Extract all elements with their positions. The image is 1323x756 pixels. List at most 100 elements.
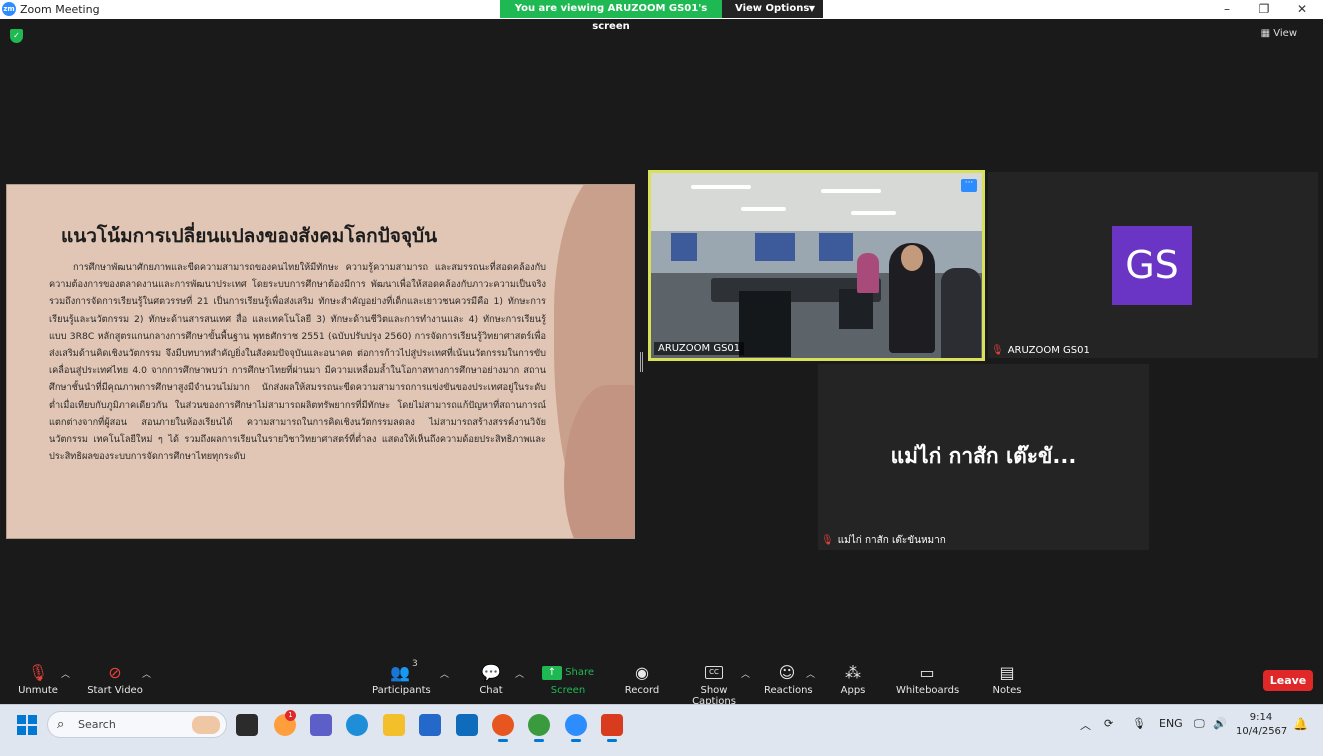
meeting-room-video [651, 173, 982, 358]
apps-icon: ⁂ [845, 663, 861, 682]
microsoft-store-icon[interactable] [419, 714, 441, 736]
microphone-tray-icon[interactable]: 🎙 [1132, 717, 1146, 730]
audio-options-chevron-icon[interactable]: ︿ [61, 667, 70, 680]
view-button[interactable]: ▦ View [1261, 28, 1297, 39]
firefox-icon[interactable] [492, 714, 514, 742]
active-speaker-video-tile[interactable]: ··· ARUZOOM GS01 [648, 170, 985, 361]
restore-button[interactable]: ❐ [1246, 0, 1282, 19]
chat-button[interactable]: 💬 Chat [476, 661, 506, 696]
ceiling-light [821, 189, 881, 193]
slide-title: แนวโน้มการเปลี่ยนแปลงของสังคมโลกปัจจุบัน [61, 225, 438, 247]
powerpoint-icon[interactable] [601, 714, 623, 742]
search-placeholder: Search [78, 718, 116, 731]
video-off-icon: ⊘ [108, 663, 122, 682]
desk-monitor [839, 289, 873, 329]
whiteboard-icon: ▭ [919, 663, 935, 682]
windows-start-icon[interactable] [17, 715, 37, 735]
mic-muted-icon: 🎙 [991, 345, 1004, 356]
share-screen-icon: ↑ [541, 666, 562, 680]
show-captions-button[interactable]: CC Show Captions [680, 661, 748, 707]
reactions-label: Reactions [764, 685, 813, 696]
participants-button[interactable]: 👥 3 Participants [372, 659, 431, 696]
zoom-app-icon[interactable] [565, 714, 587, 742]
captions-chevron-icon[interactable]: ︿ [741, 667, 750, 680]
reactions-smiley-icon: ☺ [778, 663, 796, 682]
mic-off-icon: 🎙 [27, 663, 49, 682]
security-shield-icon[interactable]: ✓ [10, 29, 23, 43]
wall-banner [819, 233, 853, 261]
teams-chat-icon[interactable] [310, 714, 332, 736]
view-options-label: View Options [735, 3, 810, 14]
notes-button[interactable]: ▤ Notes [990, 661, 1024, 696]
speaker-face [901, 245, 923, 271]
zoom-logo-icon: zm [2, 2, 16, 16]
close-button[interactable]: ✕ [1284, 0, 1320, 19]
clock-date: 10/4/2567 [1236, 726, 1288, 737]
video-ceiling [651, 173, 982, 231]
viewing-screen-banner: You are viewing ARUZOOM GS01's screen [500, 0, 722, 32]
mail-icon[interactable] [456, 714, 478, 736]
captions-cc-icon: CC [705, 666, 723, 679]
taskbar-clock[interactable]: 9:14 10/4/2567 [1236, 711, 1288, 739]
shared-screen-slide: แนวโน้มการเปลี่ยนแปลงของสังคมโลกปัจจุบัน… [6, 184, 635, 539]
zoom-window: zm Zoom Meeting You are viewing ARUZOOM … [0, 0, 1323, 756]
notification-bell-icon[interactable]: 🔔 [1293, 717, 1308, 731]
video-options-chevron-icon[interactable]: ︿ [142, 667, 151, 680]
chat-chevron-icon[interactable]: ︿ [515, 667, 524, 680]
leave-button[interactable]: Leave [1263, 670, 1313, 691]
minimize-button[interactable]: – [1209, 0, 1245, 19]
more-options-icon[interactable]: ··· [961, 179, 977, 192]
participant-name: ARUZOOM GS01 [1007, 345, 1090, 356]
notes-label: Notes [992, 685, 1022, 696]
chrome-icon[interactable] [528, 714, 550, 742]
participants-chevron-icon[interactable]: ︿ [440, 667, 449, 680]
window-title: Zoom Meeting [20, 3, 100, 16]
widgets-notification-badge: 1 [285, 710, 296, 721]
notes-icon: ▤ [999, 663, 1015, 682]
taskbar-search-input[interactable]: ⌕ Search [47, 711, 227, 738]
edge-browser-icon[interactable] [346, 714, 368, 736]
view-label: View [1273, 28, 1297, 39]
meeting-toolbar: 🎙 Unmute ︿ ⊘ Start Video ︿ 👥 3 Participa… [0, 655, 1323, 707]
start-video-button[interactable]: ⊘ Start Video [86, 661, 144, 696]
apps-label: Apps [840, 685, 866, 696]
taskbar-bottom-strip [0, 744, 1323, 756]
slide-body-text: การศึกษาพัฒนาศักยภาพและขีดความสามารถของค… [49, 262, 546, 463]
whiteboards-label: Whiteboards [896, 685, 960, 696]
participant-figure [941, 268, 981, 358]
language-indicator[interactable]: ENG [1159, 717, 1183, 730]
tray-chevron-up-icon[interactable]: ︿ [1080, 717, 1091, 733]
view-options-button[interactable]: View Options ▼ [722, 0, 823, 18]
split-view-handle[interactable] [640, 352, 643, 372]
mic-muted-icon: 🎙 [821, 535, 834, 546]
record-label: Record [624, 685, 660, 696]
unmute-button[interactable]: 🎙 Unmute [16, 661, 60, 696]
apps-button[interactable]: ⁂ Apps [838, 661, 868, 696]
sync-icon[interactable]: ⟳ [1104, 717, 1113, 730]
clock-time: 9:14 [1249, 712, 1273, 723]
volume-icon[interactable]: 🔊 [1213, 717, 1227, 730]
chat-bubble-icon: 💬 [481, 663, 501, 682]
whiteboards-button[interactable]: ▭ Whiteboards [896, 661, 960, 696]
participants-count-badge: 3 [412, 659, 418, 669]
participants-label: Participants [372, 685, 431, 696]
wall-banner [755, 233, 795, 261]
file-explorer-icon[interactable] [383, 714, 405, 736]
reactions-button[interactable]: ☺ Reactions [764, 661, 813, 696]
ceiling-light [691, 185, 751, 189]
chat-label: Chat [479, 685, 503, 696]
title-bar: zm Zoom Meeting You are viewing ARUZOOM … [0, 0, 1323, 32]
grid-icon: ▦ [1260, 28, 1271, 39]
network-icon[interactable]: 🖵 [1194, 717, 1205, 731]
ceiling-light [741, 207, 786, 211]
share-screen-button[interactable]: ↑ Share Screen [538, 661, 598, 696]
windows-taskbar: ⌕ Search 1 ︿ ⟳ 🎙 ENG 🖵 🔊 9:14 10/4/2567 … [0, 704, 1323, 744]
participant-tile-mae[interactable]: แม่ไก่ กาสัก เต๊ะขั... 🎙 แม่ไก่ กาสัก เต… [818, 364, 1149, 550]
search-icon: ⌕ [57, 717, 65, 732]
record-button[interactable]: ◉ Record [624, 661, 660, 696]
participant-display-name: แม่ไก่ กาสัก เต๊ะขั... [890, 444, 1077, 468]
participant-tile-gs[interactable]: GS 🎙 ARUZOOM GS01 [988, 172, 1318, 358]
task-view-icon[interactable] [236, 714, 258, 736]
reactions-chevron-icon[interactable]: ︿ [806, 667, 815, 680]
participant-figure [857, 253, 879, 293]
